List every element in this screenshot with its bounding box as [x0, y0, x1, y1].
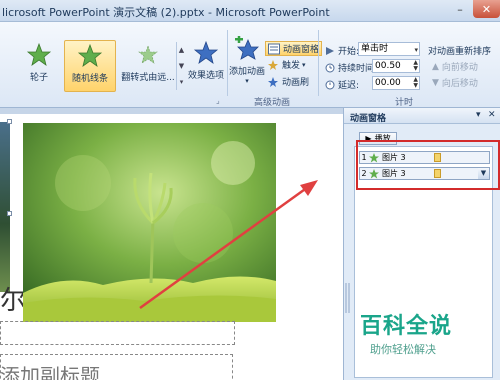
effect-options-label: 效果选项 — [188, 71, 225, 81]
advanced-animation-group-label: 高级动画 — [254, 98, 291, 108]
animation-painter-icon — [268, 76, 278, 87]
move-later-label: 向后移动 — [441, 79, 478, 89]
pane-options-icon[interactable]: ▾ — [476, 110, 481, 120]
close-icon: ✕ — [481, 2, 492, 16]
sprout-picture[interactable] — [23, 123, 276, 322]
left-image-fragment[interactable] — [0, 122, 10, 292]
animation-pane-label: 动画窗格 — [283, 45, 320, 55]
move-earlier-icon: ▲ — [432, 61, 439, 72]
duration-spinner-icon[interactable]: ▲ ▼ — [413, 60, 418, 72]
timing-group-label: 计时 — [395, 98, 414, 108]
resize-handle[interactable] — [7, 211, 12, 216]
start-dropdown-icon: ▾ — [414, 46, 418, 54]
move-earlier-label: 向前移动 — [441, 63, 478, 73]
gallery-up-icon[interactable]: ▲ — [177, 42, 186, 58]
pane-close-icon[interactable]: ✕ — [488, 110, 496, 120]
highlight-box — [356, 140, 500, 190]
star-random-lines-icon — [77, 43, 103, 67]
ribbon-separator — [227, 30, 228, 96]
minimize-icon: – — [457, 2, 463, 16]
animation-pane-button[interactable]: 动画窗格 — [265, 41, 323, 56]
ribbon: 轮子 随机线条 翻转式由远... ▲ ▼ ▾ 效果选项 ⌟ 添加动画 ▾ 动画窗… — [0, 22, 500, 108]
start-value: 单击时 — [361, 44, 389, 54]
star-flip-icon — [138, 45, 158, 64]
effect-wheel-label: 轮子 — [29, 73, 48, 83]
title-placeholder[interactable] — [0, 321, 235, 345]
animation-painter-button[interactable]: 动画刷 — [267, 75, 309, 88]
sprout-picture-graphic — [23, 123, 276, 322]
trigger-dropdown-icon: ▾ — [302, 60, 306, 69]
subtitle-text: 添加副标题 — [0, 364, 100, 380]
effect-flip-label: 翻转式由远... — [121, 73, 175, 83]
animation-pane-title: 动画窗格 — [350, 114, 387, 124]
effect-random-lines[interactable]: 随机线条 — [64, 40, 116, 92]
start-label: 开始: — [338, 47, 360, 57]
delay-clock-icon — [325, 80, 335, 89]
add-animation-star-icon — [235, 36, 259, 60]
move-earlier-button[interactable]: ▲ 向前移动 — [432, 60, 478, 74]
duration-label-row: 持续时间: — [325, 61, 377, 74]
add-animation-dropdown-icon: ▾ — [245, 77, 249, 85]
start-select[interactable]: 单击时 ▾ — [358, 42, 420, 56]
star-wheel-icon — [26, 42, 52, 66]
move-later-icon: ▼ — [432, 77, 439, 88]
gallery-more-icon[interactable]: ▾ — [177, 74, 186, 90]
delay-field[interactable]: 00.00 ▲ ▼ — [372, 76, 420, 90]
animation-painter-label: 动画刷 — [282, 78, 310, 88]
duration-field[interactable]: 00.50 ▲ ▼ — [372, 59, 420, 73]
delay-label-row: 延迟: — [325, 78, 359, 91]
title-bar: licrosoft PowerPoint 演示文稿 (2).pptx - Mic… — [0, 0, 500, 22]
trigger-button[interactable]: 触发 ▾ — [267, 58, 306, 71]
watermark-sub: 助你轻松解决 — [370, 343, 436, 356]
trigger-label: 触发 — [282, 61, 301, 71]
left-image-graphic — [0, 122, 10, 292]
slide-canvas[interactable]: 尔 添加副标题 — [0, 114, 343, 380]
duration-value: 00.50 — [375, 61, 401, 71]
add-animation-button[interactable]: 添加动画 ▾ — [229, 36, 265, 85]
clock-icon — [325, 63, 335, 72]
effect-wheel[interactable]: 轮子 — [20, 42, 58, 83]
add-animation-label: 添加动画 — [229, 67, 266, 77]
effect-options-star-icon — [193, 40, 219, 64]
effect-options-button[interactable]: 效果选项 — [188, 40, 224, 81]
gallery-scroller[interactable]: ▲ ▼ ▾ — [176, 42, 186, 90]
close-button[interactable]: ✕ — [473, 0, 500, 18]
animation-pane-header: 动画窗格 ▾ ✕ — [344, 108, 500, 124]
reorder-title: 对动画重新排序 — [428, 47, 492, 57]
effect-flip[interactable]: 翻转式由远... — [120, 42, 176, 83]
move-later-button[interactable]: ▼ 向后移动 — [432, 76, 478, 90]
pane-resize-grip[interactable] — [344, 278, 352, 318]
dialog-launcher-icon[interactable]: ⌟ — [216, 96, 220, 105]
start-play-icon — [326, 46, 334, 55]
start-label-row: 开始: — [325, 44, 359, 57]
gallery-down-icon[interactable]: ▼ — [177, 58, 186, 74]
window-title: licrosoft PowerPoint 演示文稿 (2).pptx - Mic… — [2, 6, 330, 19]
ribbon-separator — [318, 30, 319, 96]
trigger-icon — [268, 59, 278, 70]
resize-handle[interactable] — [7, 119, 12, 124]
delay-spinner-icon[interactable]: ▲ ▼ — [413, 77, 418, 89]
delay-label: 延迟: — [338, 81, 360, 91]
slide-workspace: 尔 添加副标题 — [0, 108, 343, 380]
watermark: 百科全说 助你轻松解决 — [360, 308, 452, 357]
animation-pane-icon — [268, 43, 280, 54]
watermark-main: 百科全说 — [360, 314, 453, 339]
effect-random-lines-label: 随机线条 — [71, 74, 108, 84]
delay-value: 00.00 — [375, 78, 401, 88]
minimize-button[interactable]: – — [447, 0, 473, 18]
